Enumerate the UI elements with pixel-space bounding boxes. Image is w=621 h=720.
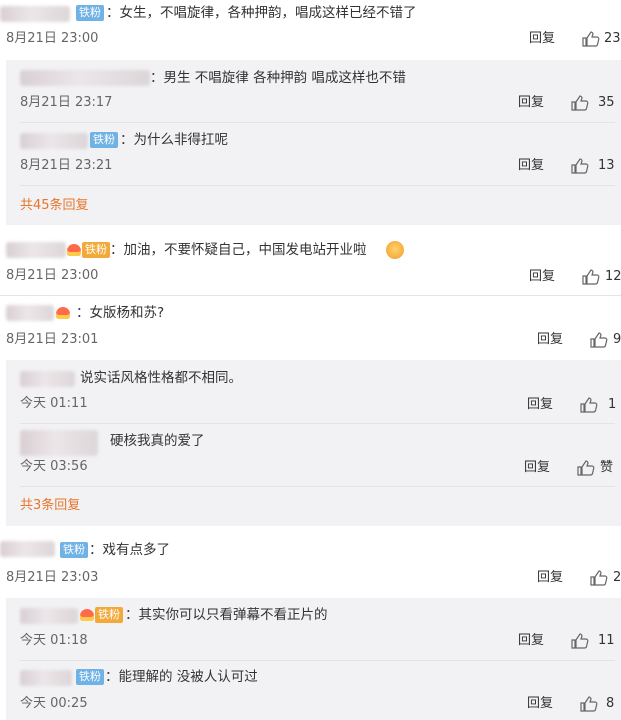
reply-time: 今天 00:25 (20, 696, 88, 711)
reply-button[interactable]: 回复 (518, 157, 544, 175)
username-blurred[interactable] (20, 670, 72, 686)
like-count: 8 (606, 696, 615, 711)
reply-time: 8月21日 23:17 (20, 95, 113, 110)
like-icon[interactable] (590, 332, 608, 348)
reply-time: 8月21日 23:21 (20, 158, 113, 173)
divider (20, 122, 615, 123)
like-icon[interactable] (571, 633, 589, 649)
comment-text: ：女生，不唱旋律，各种押韵，唱成这样已经不错了 (106, 5, 417, 21)
like-count: 23 (604, 31, 621, 46)
username-blurred[interactable] (20, 608, 78, 624)
divider (20, 423, 615, 424)
divider (0, 295, 621, 296)
comment-time: 8月21日 23:00 (6, 31, 99, 46)
reply-button[interactable]: 回复 (527, 396, 553, 414)
crown-icon (80, 609, 94, 621)
crown-icon (67, 244, 81, 256)
username-blurred[interactable] (20, 70, 150, 86)
comment-text: ：加油，不要怀疑自己，中国发电站开业啦 (110, 242, 367, 258)
reply-button[interactable]: 回复 (529, 268, 555, 286)
divider (20, 185, 615, 186)
fan-badge: 铁粉 (90, 132, 118, 148)
like-count: 12 (605, 269, 621, 284)
like-icon[interactable] (577, 460, 595, 476)
username-blurred[interactable] (6, 242, 66, 258)
reply-text: 硬核我真的爱了 (110, 433, 205, 449)
reply-time: 今天 03:56 (20, 459, 88, 474)
reply-time: 今天 01:11 (20, 396, 88, 411)
reply-text: ：男生 不唱旋律 各种押韵 唱成这样也不错 (150, 70, 406, 86)
username-blurred[interactable] (6, 305, 54, 321)
comment-text: ：女版杨和苏? (76, 305, 165, 321)
like-icon[interactable] (580, 397, 598, 413)
like-count: 13 (598, 158, 615, 173)
comment-text: ：戏有点多了 (89, 542, 170, 558)
reply-button[interactable]: 回复 (527, 695, 553, 713)
like-count: 赞 (600, 460, 614, 475)
reply-button[interactable]: 回复 (524, 459, 550, 477)
like-count: 1 (608, 397, 617, 412)
reply-text: ：能理解的 没被人认可过 (105, 669, 258, 685)
reply-button[interactable]: 回复 (518, 94, 544, 112)
fan-badge: 铁粉 (82, 242, 110, 258)
like-count: 11 (598, 633, 615, 648)
like-icon[interactable] (590, 570, 608, 586)
like-count: 9 (613, 332, 621, 347)
reply-button[interactable]: 回复 (529, 30, 555, 48)
like-count: 2 (613, 570, 621, 585)
reply-text: ：为什么非得扛呢 (120, 132, 228, 148)
divider (20, 486, 615, 487)
comment-time: 8月21日 23:00 (6, 268, 99, 283)
emoji-icon (386, 241, 404, 259)
more-replies-link[interactable]: 共45条回复 (20, 197, 89, 215)
divider (20, 660, 615, 661)
reply-button[interactable]: 回复 (537, 569, 563, 587)
comment-time: 8月21日 23:03 (6, 570, 99, 585)
like-icon[interactable] (582, 31, 600, 47)
reply-time: 今天 01:18 (20, 633, 88, 648)
reply-text: ：其实你可以只看弹幕不看正片的 (125, 607, 328, 623)
like-icon[interactable] (580, 696, 598, 712)
fan-badge: 铁粉 (95, 607, 123, 623)
username-blurred[interactable] (20, 371, 75, 387)
fan-badge: 铁粉 (76, 669, 104, 685)
like-count: 35 (598, 95, 615, 110)
comment-time: 8月21日 23:01 (6, 332, 99, 347)
reply-button[interactable]: 回复 (518, 632, 544, 650)
username-blurred[interactable] (20, 430, 98, 456)
like-icon[interactable] (571, 95, 589, 111)
crown-icon (56, 307, 70, 319)
username-blurred[interactable] (20, 133, 88, 149)
like-icon[interactable] (582, 269, 600, 285)
fan-badge: 铁粉 (60, 542, 88, 558)
reply-text: 说实话风格性格都不相同。 (80, 370, 242, 386)
more-replies-link[interactable]: 共3条回复 (20, 497, 80, 515)
reply-button[interactable]: 回复 (537, 331, 563, 349)
username-blurred[interactable] (0, 541, 55, 557)
fan-badge: 铁粉 (76, 5, 104, 21)
like-icon[interactable] (571, 158, 589, 174)
username-blurred[interactable] (0, 6, 70, 22)
